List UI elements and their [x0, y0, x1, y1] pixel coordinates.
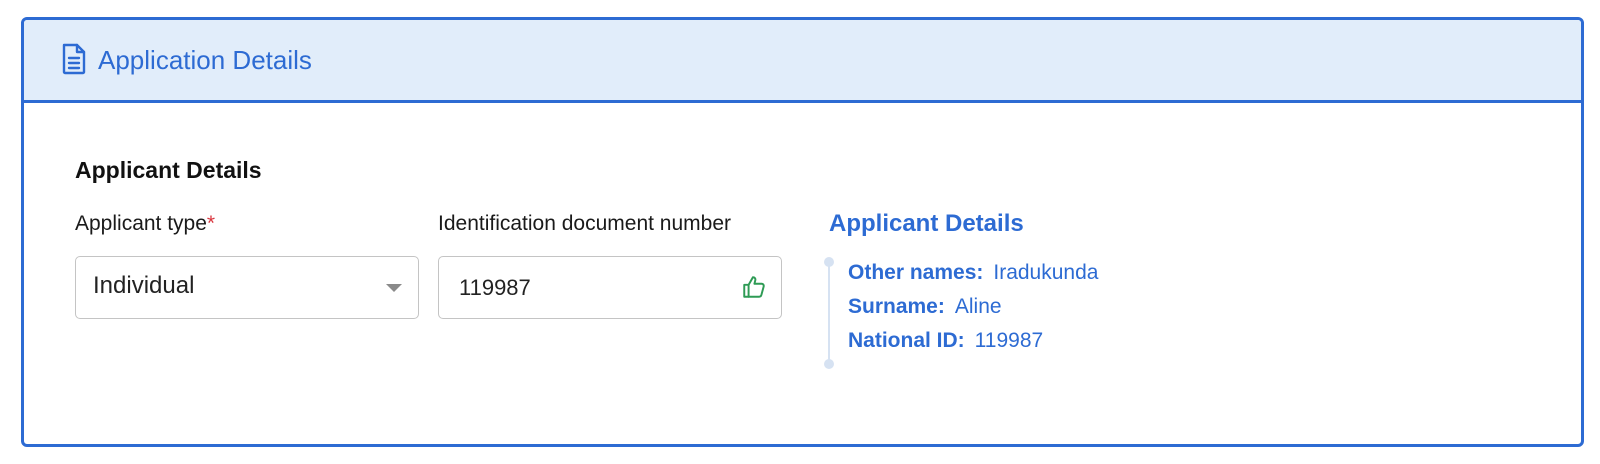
required-marker: *: [206, 212, 216, 235]
id-number-label: Identification document number: [438, 212, 732, 235]
applicant-type-select[interactable]: Individual: [75, 256, 419, 319]
caret-down-icon[interactable]: [386, 284, 402, 292]
document-icon: [61, 43, 87, 75]
timeline-dot-bottom: [824, 359, 834, 369]
detail-value: Aline: [954, 295, 1002, 318]
detail-value: Iradukunda: [993, 261, 1099, 284]
timeline-line: [828, 262, 830, 364]
timeline-dot-top: [824, 257, 834, 267]
applicant-type-label: Applicant type*: [75, 212, 215, 236]
section-title: Applicant Details: [75, 157, 262, 183]
detail-key: Surname:: [848, 295, 945, 318]
detail-value: 119987: [974, 329, 1044, 352]
detail-key: Other names:: [848, 261, 984, 284]
application-details-card: Application Details Applicant Details Ap…: [21, 17, 1584, 447]
applicant-type-value: Individual: [93, 272, 195, 299]
detail-row-national-id: National ID: 119987: [848, 329, 1043, 353]
detail-row-surname: Surname: Aline: [848, 295, 1002, 319]
details-panel-title: Applicant Details: [829, 210, 1024, 237]
card-title: Application Details: [98, 45, 312, 75]
applicant-type-label-text: Applicant type: [75, 212, 207, 235]
thumbs-up-icon: [741, 274, 767, 300]
card-header: Application Details: [24, 20, 1581, 103]
id-number-input[interactable]: [438, 256, 782, 319]
detail-row-other-names: Other names: Iradukunda: [848, 261, 1098, 285]
detail-key: National ID:: [848, 329, 965, 352]
